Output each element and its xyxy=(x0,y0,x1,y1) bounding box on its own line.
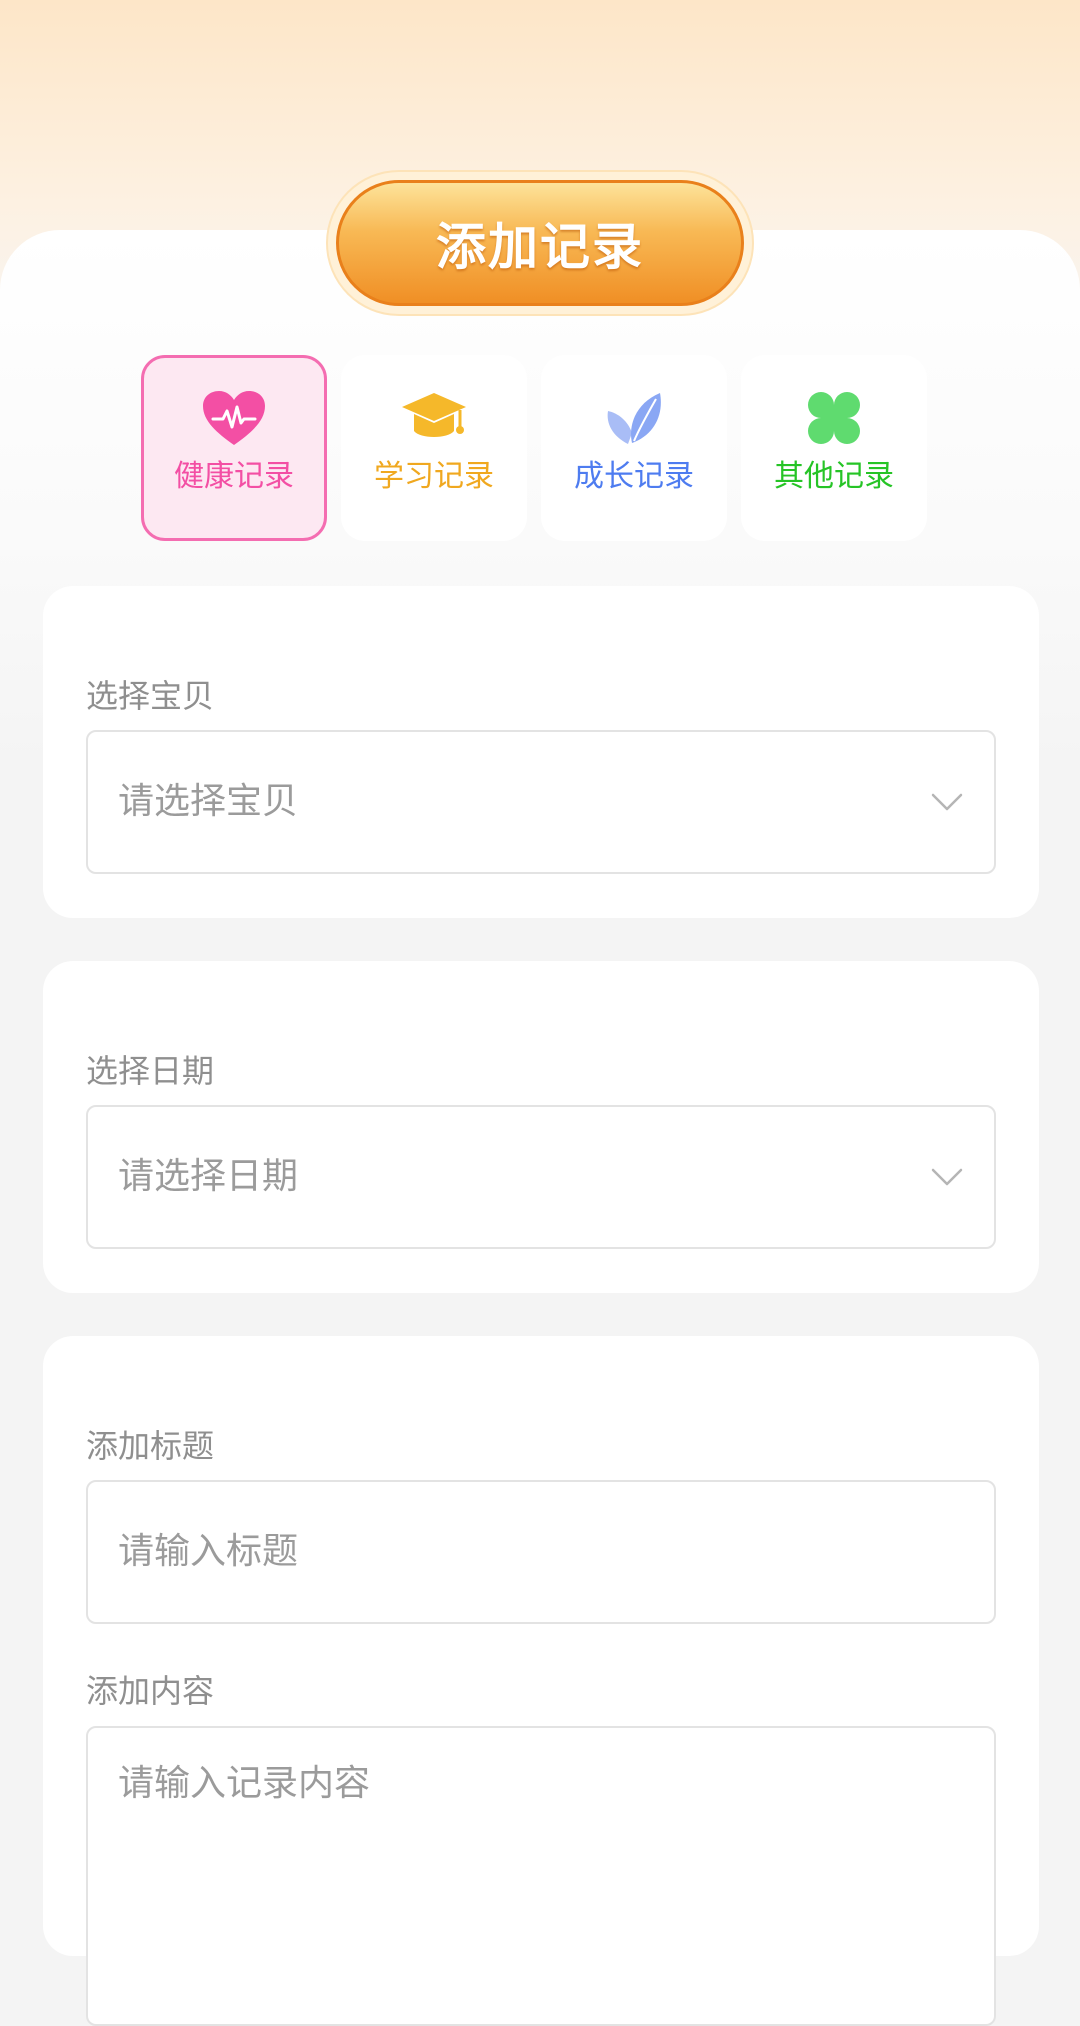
record-details-card: 添加标题 请输入标题 添加内容 请输入记录内容 xyxy=(43,1336,1039,2026)
category-tabs: 健康记录 学习记录 成长记录 其他记录 xyxy=(141,355,927,541)
tab-label: 健康记录 xyxy=(174,459,294,494)
chevron-down-icon xyxy=(931,1168,963,1186)
select-date-dropdown[interactable]: 请选择日期 xyxy=(86,1105,996,1249)
tab-label: 其他记录 xyxy=(774,459,894,494)
select-baby-label: 选择宝贝 xyxy=(86,677,215,715)
content-textarea-placeholder: 请输入记录内容 xyxy=(118,1763,371,1804)
add-title-label: 添加标题 xyxy=(86,1427,215,1465)
clover-icon xyxy=(808,392,860,444)
select-baby-placeholder: 请选择宝贝 xyxy=(118,781,299,822)
leaf-icon xyxy=(607,393,661,444)
tab-health-record[interactable]: 健康记录 xyxy=(141,355,327,541)
graduation-cap-icon xyxy=(402,393,466,437)
add-content-label: 添加内容 xyxy=(86,1672,215,1710)
tab-other-record[interactable]: 其他记录 xyxy=(741,355,927,541)
select-baby-dropdown[interactable]: 请选择宝贝 xyxy=(86,730,996,874)
chevron-down-icon xyxy=(931,793,963,811)
content-textarea[interactable]: 请输入记录内容 xyxy=(86,1726,996,2026)
tab-growth-record[interactable]: 成长记录 xyxy=(541,355,727,541)
select-date-label: 选择日期 xyxy=(86,1052,215,1090)
select-date-placeholder: 请选择日期 xyxy=(118,1156,299,1197)
heart-pulse-icon xyxy=(203,391,265,445)
tab-label: 学习记录 xyxy=(374,459,494,494)
tab-study-record[interactable]: 学习记录 xyxy=(341,355,527,541)
tab-label: 成长记录 xyxy=(574,459,694,494)
title-input-placeholder: 请输入标题 xyxy=(118,1531,299,1572)
title-input[interactable]: 请输入标题 xyxy=(86,1480,996,1624)
add-record-title-button[interactable]: 添加记录 xyxy=(328,172,752,314)
select-date-card: 选择日期 请选择日期 xyxy=(43,961,1039,1293)
page-title: 添加记录 xyxy=(336,180,744,306)
select-baby-card: 选择宝贝 请选择宝贝 xyxy=(43,586,1039,918)
